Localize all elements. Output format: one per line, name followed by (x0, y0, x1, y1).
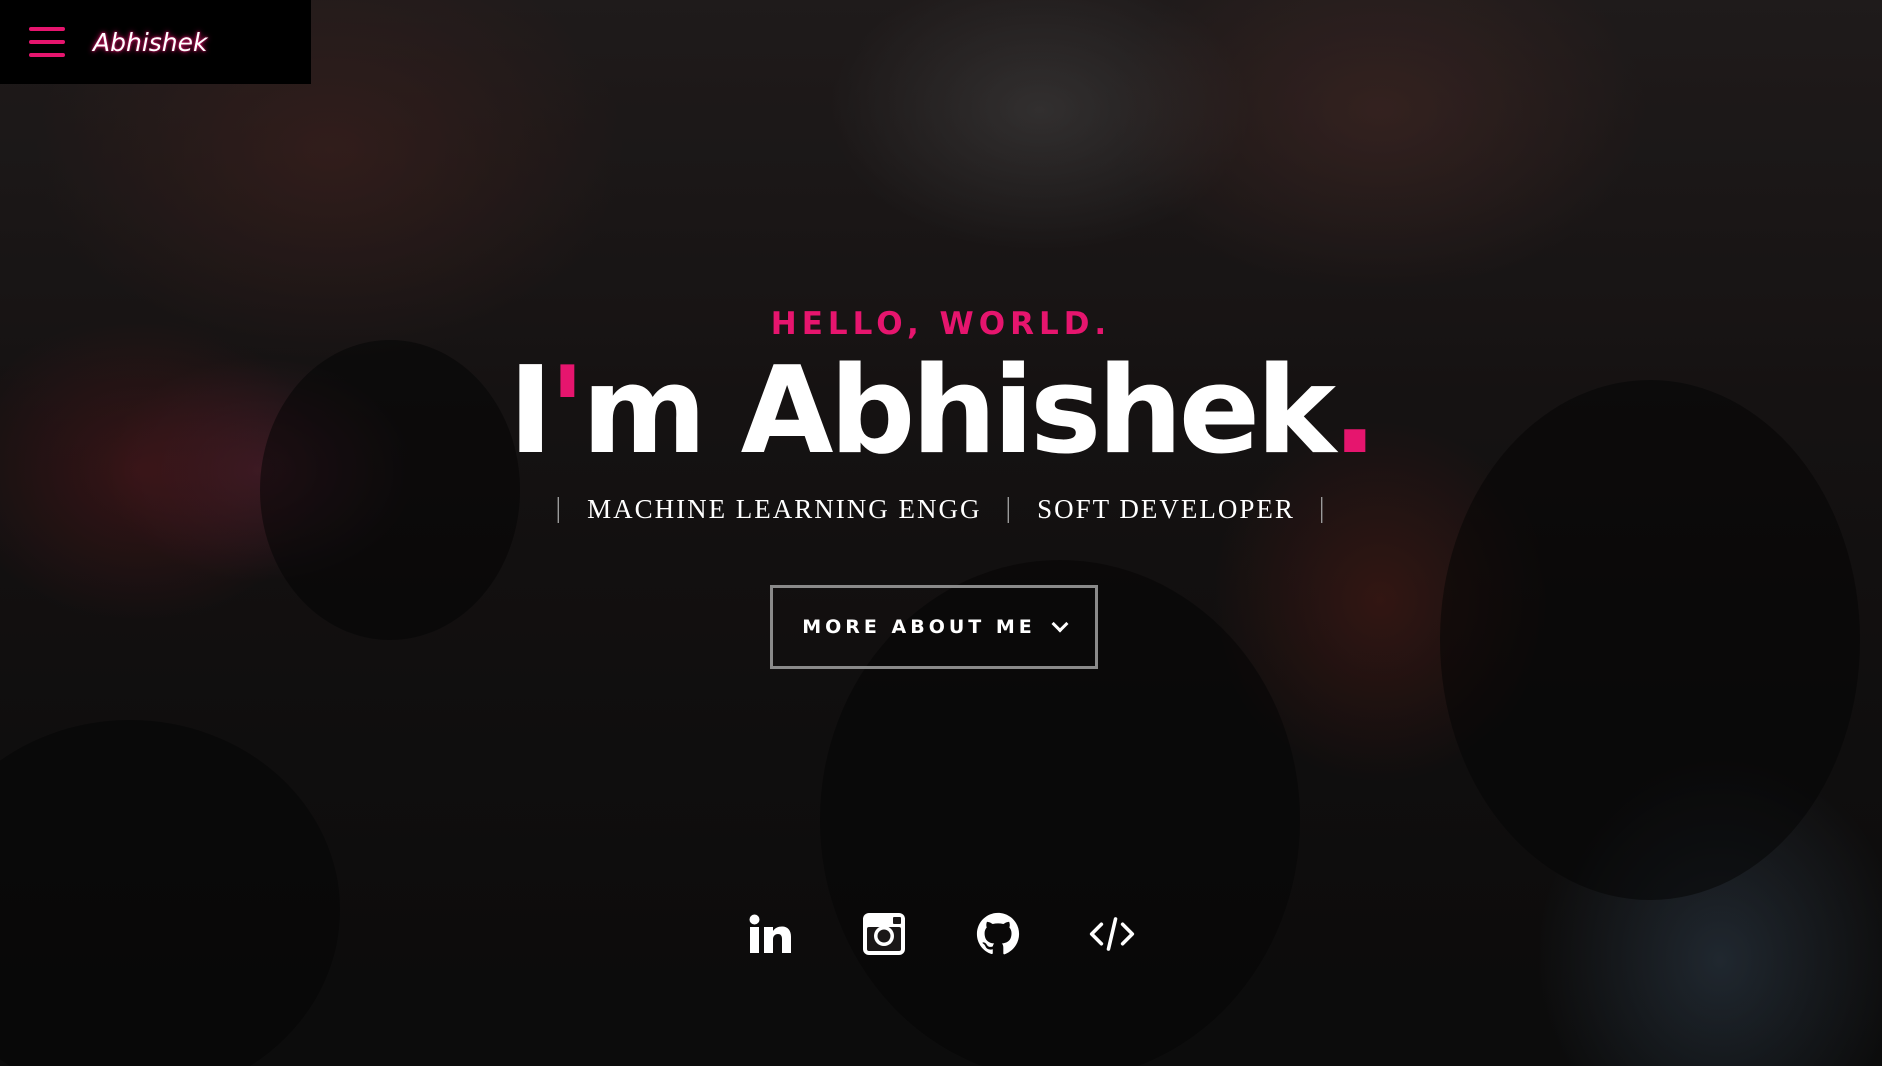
role-separator: | (1318, 493, 1327, 524)
headline-name: m Abhishek (581, 342, 1336, 481)
headline-dot: . (1332, 342, 1378, 481)
more-about-me-button[interactable]: MORE ABOUT ME (770, 585, 1098, 669)
headline-prefix: I (508, 342, 553, 481)
more-about-me-label: MORE ABOUT ME (802, 616, 1036, 638)
hamburger-menu-icon[interactable] (29, 27, 65, 57)
role-separator: | (1005, 493, 1014, 524)
greeting-text: HELLO, WORLD. (770, 306, 1112, 342)
top-nav-bar: Abhishek (0, 0, 311, 84)
role-item: MACHINE LEARNING ENGG (587, 493, 982, 524)
github-icon[interactable] (975, 911, 1021, 957)
role-separator: | (555, 493, 564, 524)
social-links (0, 911, 1882, 957)
roles-line: | MACHINE LEARNING ENGG | SOFT DEVELOPER… (0, 493, 1882, 525)
linkedin-icon[interactable] (747, 911, 793, 957)
role-item: SOFT DEVELOPER (1037, 493, 1295, 524)
chevron-down-icon (1051, 615, 1069, 633)
code-icon[interactable] (1089, 911, 1135, 957)
instagram-icon[interactable] (861, 911, 907, 957)
hero-section: Abhishek HELLO, WORLD. I'm Abhishek. | M… (0, 0, 1882, 1066)
headline-apostrophe: ' (549, 342, 586, 481)
hero-headline: I'm Abhishek. (0, 342, 1882, 482)
brand-name[interactable]: Abhishek (93, 28, 208, 57)
